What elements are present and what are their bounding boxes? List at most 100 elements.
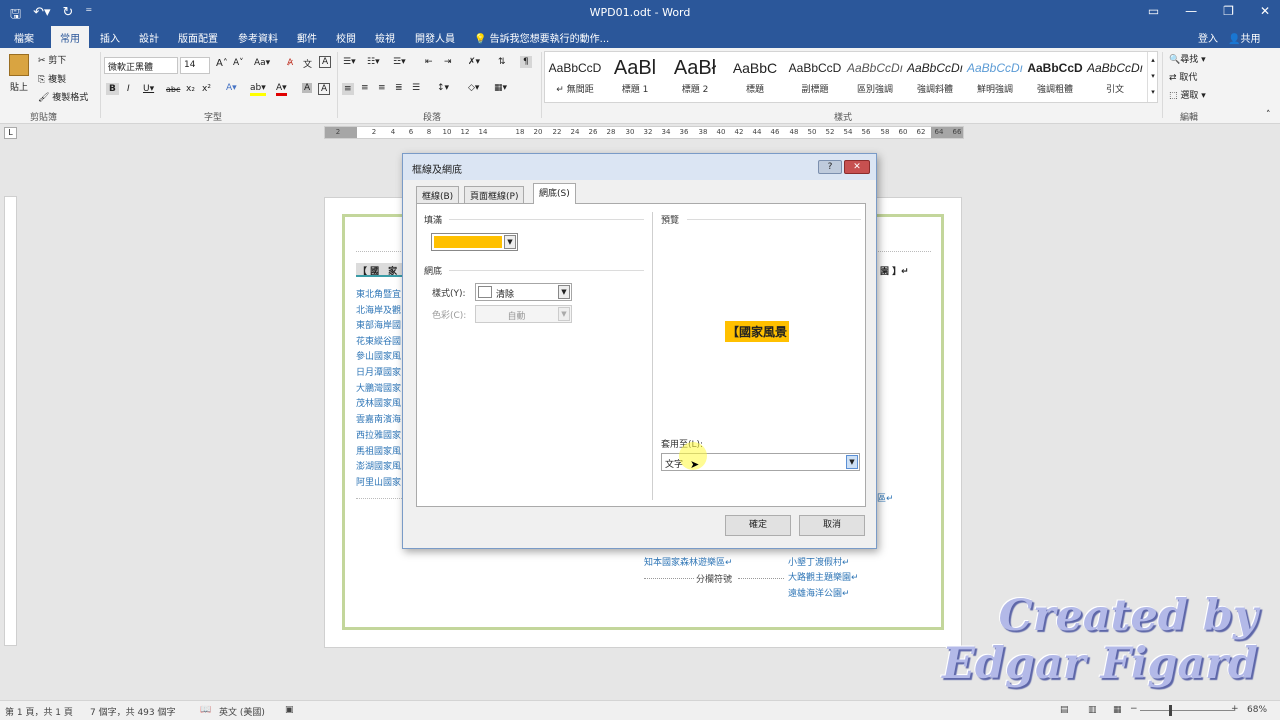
tab-home[interactable]: 常用 bbox=[51, 26, 89, 48]
font-size-combo[interactable]: 14 bbox=[180, 57, 210, 74]
print-layout-icon[interactable]: ▥ bbox=[1088, 705, 1097, 715]
sign-in-link[interactable]: 登入 bbox=[1198, 30, 1218, 45]
pattern-color-dropdown[interactable]: 自動 ▼ bbox=[475, 305, 572, 323]
style-intense-emphasis[interactable]: AaBbCcDı 鮮明強調 bbox=[965, 54, 1025, 100]
tab-view[interactable]: 檢視 bbox=[375, 30, 395, 45]
tab-review[interactable]: 校閱 bbox=[336, 30, 356, 45]
copy-button[interactable]: ⎘ 複製 bbox=[38, 72, 66, 85]
justify-icon[interactable]: ≣ bbox=[395, 83, 403, 93]
increase-indent-icon[interactable]: ⇥ bbox=[444, 57, 452, 67]
shrink-font-icon[interactable]: A˅ bbox=[233, 58, 244, 68]
tab-file[interactable]: 檔案 bbox=[14, 30, 34, 45]
styles-scroll[interactable]: ▴ ▾ ▾ bbox=[1147, 52, 1158, 102]
font-color-icon[interactable]: A▾ bbox=[276, 83, 287, 96]
grow-font-icon[interactable]: A˄ bbox=[216, 58, 228, 69]
macro-icon[interactable]: ▣ bbox=[285, 705, 294, 715]
zoom-level[interactable]: 68% bbox=[1247, 705, 1267, 715]
sort-icon[interactable]: ⇅ bbox=[498, 57, 506, 67]
change-case-icon[interactable]: Aa▾ bbox=[254, 58, 270, 68]
ok-button[interactable]: 確定 bbox=[725, 515, 791, 536]
borders-icon[interactable]: ▦▾ bbox=[494, 83, 507, 93]
enclose-character-icon[interactable]: A bbox=[319, 56, 332, 68]
tab-shading[interactable]: 網底(S) bbox=[533, 183, 576, 204]
style-preview: AaBbCcD bbox=[788, 61, 842, 75]
numbering-icon[interactable]: ☷▾ bbox=[367, 57, 380, 67]
show-marks-icon[interactable]: ¶ bbox=[520, 56, 532, 68]
tab-borders[interactable]: 框線(B) bbox=[416, 186, 460, 203]
style-strong[interactable]: AaBbCcD 強調粗體 bbox=[1025, 54, 1085, 100]
strikethrough-icon[interactable]: abc bbox=[166, 85, 180, 94]
subscript-icon[interactable]: x₂ bbox=[186, 84, 195, 94]
line-spacing-icon[interactable]: ↕▾ bbox=[437, 83, 449, 93]
zoom-slider-thumb[interactable] bbox=[1169, 705, 1172, 716]
cancel-button[interactable]: 取消 bbox=[799, 515, 865, 536]
style-title[interactable]: AaBbC 標題 bbox=[725, 54, 785, 100]
dialog-close-button[interactable]: ✕ bbox=[844, 160, 870, 174]
tab-insert[interactable]: 插入 bbox=[100, 30, 120, 45]
tab-mailings[interactable]: 郵件 bbox=[297, 30, 317, 45]
decrease-indent-icon[interactable]: ⇤ bbox=[425, 57, 433, 67]
phonetic-guide-icon[interactable]: 文 bbox=[303, 57, 312, 70]
word-count[interactable]: 7 個字，共 493 個字 bbox=[90, 705, 176, 718]
zoom-slider[interactable] bbox=[1140, 710, 1234, 711]
tab-selector-icon[interactable]: L bbox=[4, 127, 17, 139]
style-heading-2[interactable]: AaBł 標題 2 bbox=[665, 54, 725, 100]
style-heading-1[interactable]: AaBl 標題 1 bbox=[605, 54, 665, 100]
tab-references[interactable]: 參考資料 bbox=[238, 30, 278, 45]
paste-label[interactable]: 貼上 bbox=[10, 80, 28, 93]
style-subtitle[interactable]: AaBbCcD 副標題 bbox=[785, 54, 845, 100]
read-mode-icon[interactable]: ▤ bbox=[1060, 705, 1069, 715]
fill-color-dropdown[interactable]: ▼ bbox=[431, 233, 518, 251]
italic-icon[interactable]: I bbox=[127, 84, 130, 94]
tab-layout[interactable]: 版面配置 bbox=[178, 30, 218, 45]
clear-formatting-icon[interactable]: A̷ bbox=[287, 58, 293, 68]
tab-developer[interactable]: 開發人員 bbox=[415, 30, 455, 45]
ribbon-display-icon[interactable]: ▭ bbox=[1148, 4, 1159, 18]
pattern-style-dropdown[interactable]: 清除 ▼ bbox=[475, 283, 572, 301]
tab-page-border[interactable]: 頁面框線(P) bbox=[464, 186, 525, 203]
text-effects-icon[interactable]: A▾ bbox=[226, 83, 237, 93]
close-window-icon[interactable]: ✕ bbox=[1260, 4, 1270, 18]
format-painter-button[interactable]: 🖌 複製格式 bbox=[38, 90, 88, 103]
tell-me-box[interactable]: 💡 告訴我您想要執行的動作... bbox=[474, 30, 609, 45]
align-right-icon[interactable]: ≡ bbox=[378, 83, 386, 93]
shading-icon[interactable]: ◇▾ bbox=[468, 83, 479, 93]
asian-layout-icon[interactable]: ✗▾ bbox=[468, 57, 480, 67]
style-no-spacing[interactable]: AaBbCcD ↵ 無間距 bbox=[545, 54, 605, 100]
distributed-icon[interactable]: ☰ bbox=[412, 83, 420, 93]
style-quote[interactable]: AaBbCcDı 引文 bbox=[1085, 54, 1145, 100]
format-painter-label: 複製格式 bbox=[52, 93, 89, 103]
style-subtle-emphasis[interactable]: AaBbCcDı 區別強調 bbox=[845, 54, 905, 100]
superscript-icon[interactable]: x² bbox=[202, 84, 211, 94]
paste-icon[interactable] bbox=[9, 54, 29, 76]
style-emphasis[interactable]: AaBbCcDı 強調斜體 bbox=[905, 54, 965, 100]
highlight-icon[interactable]: ab▾ bbox=[250, 83, 266, 96]
align-left-icon[interactable]: ≡ bbox=[342, 83, 354, 95]
character-border-icon[interactable]: A bbox=[318, 83, 331, 95]
proofing-icon[interactable]: 📖 bbox=[200, 705, 211, 715]
zoom-out-icon[interactable]: − bbox=[1130, 704, 1138, 714]
character-shading-icon[interactable]: A bbox=[302, 83, 313, 93]
web-layout-icon[interactable]: ▦ bbox=[1113, 705, 1122, 715]
cut-button[interactable]: ✂ 剪下 bbox=[38, 53, 66, 66]
zoom-in-icon[interactable]: + bbox=[1231, 704, 1239, 714]
replace-button[interactable]: ⇄ 取代 bbox=[1169, 70, 1197, 83]
help-button[interactable]: ? bbox=[818, 160, 842, 174]
select-button[interactable]: ⬚ 選取 ▾ bbox=[1169, 88, 1206, 101]
find-button[interactable]: 🔍尋找 ▾ bbox=[1169, 52, 1206, 65]
language[interactable]: 英文 (美國) bbox=[219, 705, 265, 718]
restore-icon[interactable]: ❐ bbox=[1223, 4, 1234, 18]
font-name-combo[interactable]: 微軟正黑體 bbox=[104, 57, 178, 74]
group-separator bbox=[100, 52, 101, 118]
page-count[interactable]: 第 1 頁，共 1 頁 bbox=[5, 705, 73, 718]
bullets-icon[interactable]: ☰▾ bbox=[343, 57, 356, 67]
collapse-ribbon-icon[interactable]: ˄ bbox=[1266, 110, 1271, 120]
ruler-tick: 6 bbox=[408, 128, 414, 136]
underline-icon[interactable]: U▾ bbox=[143, 84, 154, 94]
bold-icon[interactable]: B bbox=[106, 83, 119, 95]
tab-design[interactable]: 設計 bbox=[139, 30, 159, 45]
align-center-icon[interactable]: ≡ bbox=[361, 83, 369, 93]
minimize-icon[interactable]: — bbox=[1185, 4, 1197, 18]
multilevel-list-icon[interactable]: ☲▾ bbox=[393, 57, 406, 67]
share-button[interactable]: 👤共用 bbox=[1228, 30, 1260, 45]
